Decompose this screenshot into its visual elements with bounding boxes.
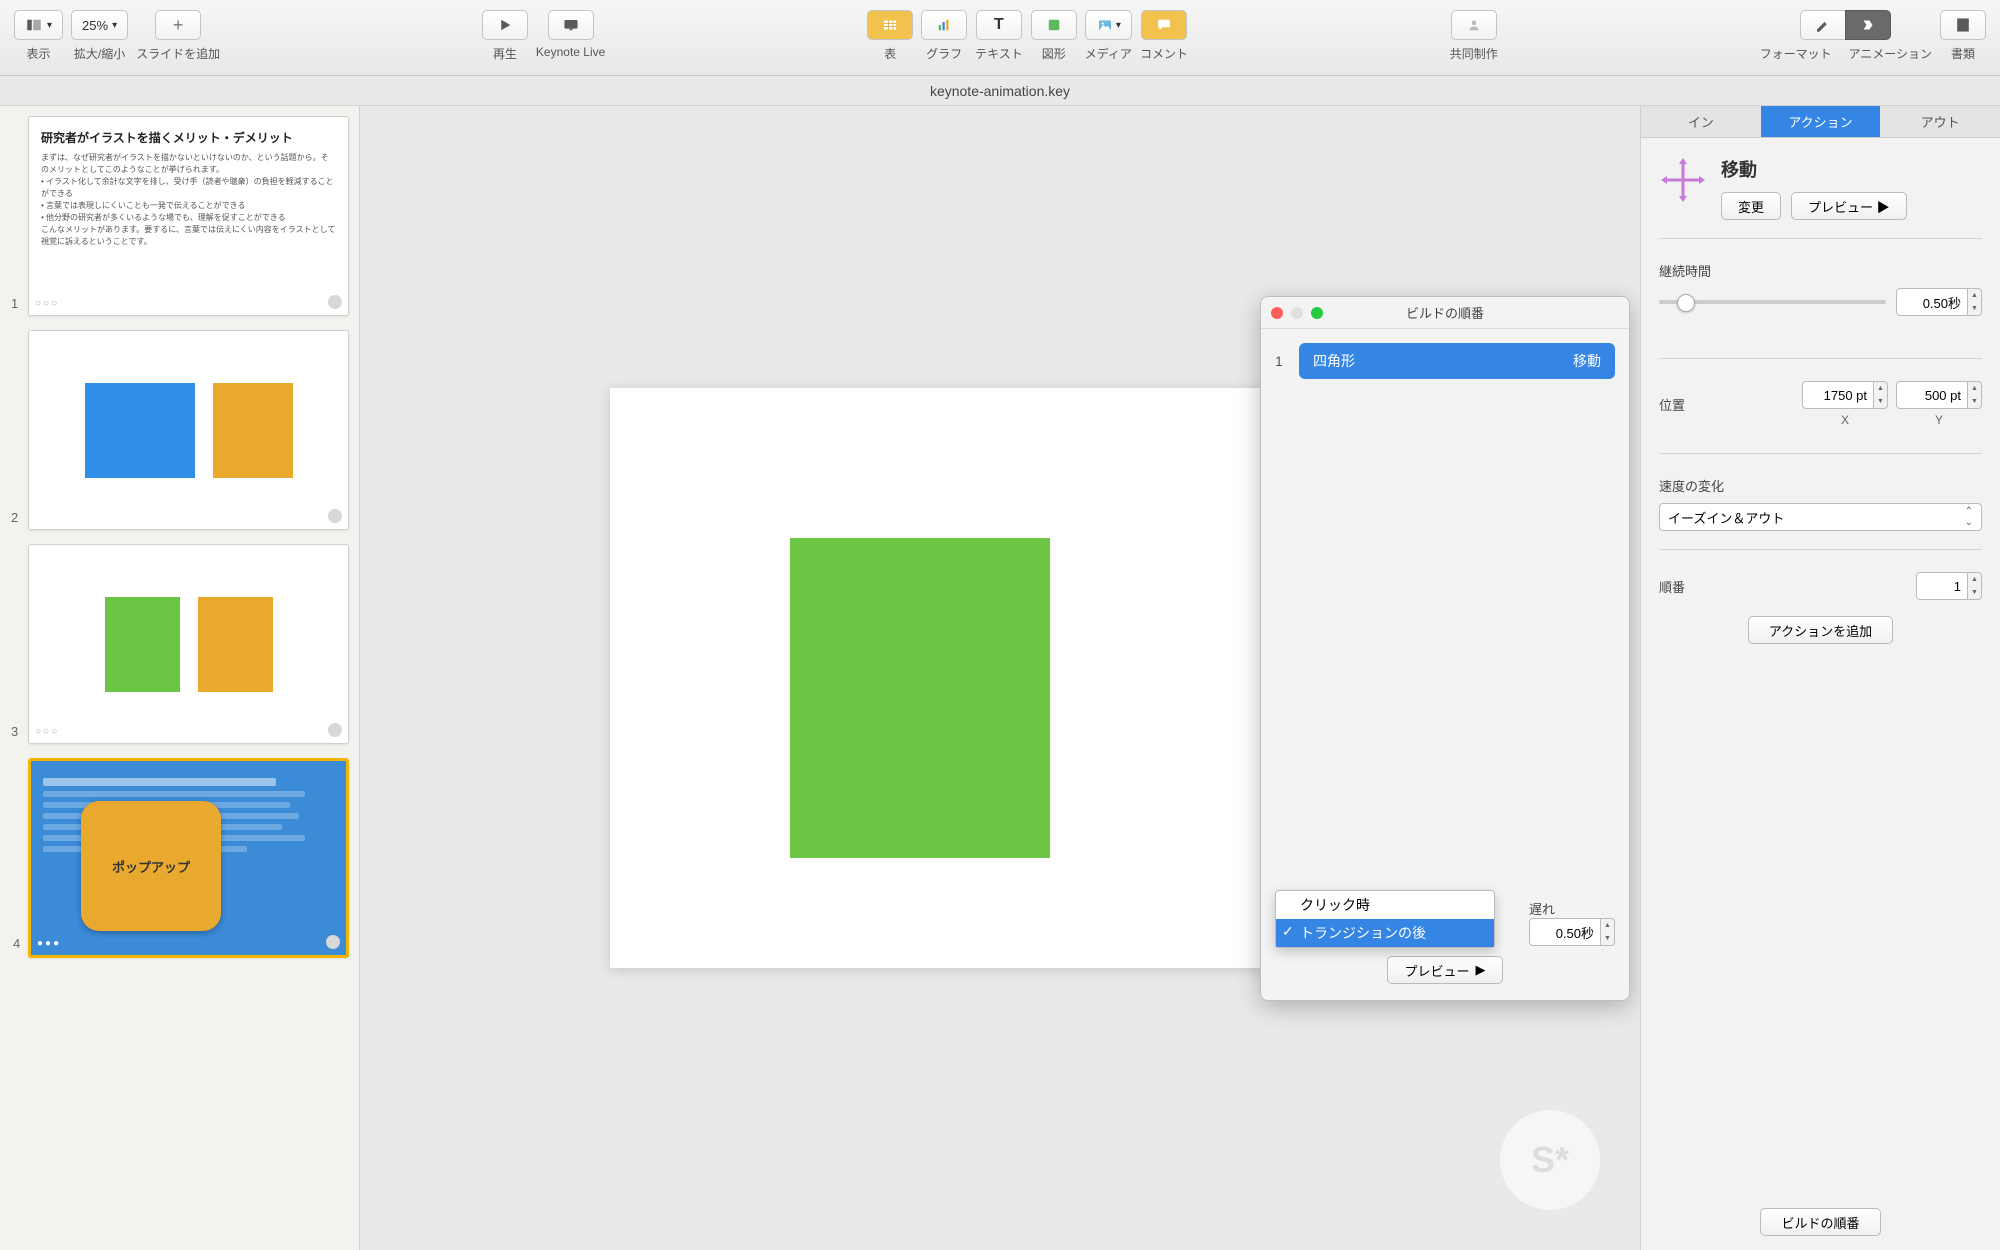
- effect-title: 移動: [1721, 156, 1982, 182]
- duration-label: 継続時間: [1659, 261, 1982, 280]
- comment-button[interactable]: [1141, 10, 1187, 40]
- play-label: 再生: [493, 45, 517, 62]
- format-label: フォーマット: [1760, 45, 1832, 63]
- popover-preview-button[interactable]: プレビュー ▶: [1387, 956, 1502, 984]
- media-label: メディア: [1085, 45, 1132, 62]
- toolbar: ▾ 表示 25%▾ 拡大/縮小 + スライドを追加 再生 Keynote Liv…: [0, 0, 2000, 76]
- thumb4-popup: ポップアップ: [81, 801, 221, 931]
- chart-button[interactable]: [921, 10, 967, 40]
- thumb1-title: 研究者がイラストを描くメリット・デメリット: [41, 129, 336, 146]
- view-label: 表示: [27, 45, 51, 62]
- slide-thumbnail-3[interactable]: 3 ○○○: [28, 544, 349, 744]
- add-slide-label: スライドを追加: [136, 45, 220, 62]
- duration-stepper[interactable]: ▲▼: [1896, 288, 1982, 316]
- format-tab[interactable]: [1800, 10, 1846, 40]
- delay-label: 遅れ: [1529, 899, 1615, 918]
- collaborate-label: 共同制作: [1450, 45, 1498, 62]
- stepper-up[interactable]: ▲: [1601, 919, 1614, 932]
- comment-label: コメント: [1140, 45, 1188, 62]
- view-button[interactable]: ▾: [14, 10, 63, 40]
- order-label: 順番: [1659, 577, 1685, 596]
- play-button[interactable]: [482, 10, 528, 40]
- move-icon: [1659, 156, 1707, 204]
- shape-label: 図形: [1042, 45, 1066, 62]
- tab-in[interactable]: イン: [1641, 106, 1761, 137]
- slide-thumbnail-1[interactable]: 1 研究者がイラストを描くメリット・デメリット まずは、なぜ研究者がイラストを描…: [28, 116, 349, 316]
- collaborate-button[interactable]: [1451, 10, 1497, 40]
- green-rectangle[interactable]: [790, 538, 1050, 858]
- position-y-input[interactable]: [1896, 381, 1968, 409]
- canvas[interactable]: ビルドの順番 1 四角形 移動 開始: [360, 106, 1640, 1250]
- build-number: 1: [1275, 353, 1289, 369]
- table-label: 表: [884, 45, 896, 62]
- add-slide-button[interactable]: +: [155, 10, 201, 40]
- build-item[interactable]: 四角形 移動: [1299, 343, 1615, 379]
- menu-option-after-transition[interactable]: トランジションの後: [1276, 919, 1494, 947]
- add-action-button[interactable]: アクションを追加: [1748, 616, 1893, 644]
- tab-out[interactable]: アウト: [1880, 106, 2000, 137]
- keynote-live-label: Keynote Live: [536, 45, 605, 59]
- inspector-panel: イン アクション アウト 移動 変更 プレビュー ▶ 継続時間: [1640, 106, 2000, 1250]
- filename-bar: keynote-animation.key: [0, 76, 2000, 106]
- delay-input[interactable]: [1529, 918, 1601, 946]
- acceleration-label: 速度の変化: [1659, 476, 1982, 495]
- zoom-button[interactable]: 25%▾: [71, 10, 128, 40]
- change-button[interactable]: 変更: [1721, 192, 1781, 220]
- duration-input[interactable]: [1896, 288, 1968, 316]
- keynote-live-button[interactable]: [548, 10, 594, 40]
- tab-action[interactable]: アクション: [1761, 106, 1881, 137]
- acceleration-select[interactable]: イーズイン＆アウト⌃⌄: [1659, 503, 1982, 531]
- popover-title: ビルドの順番: [1261, 303, 1629, 322]
- document-button[interactable]: [1940, 10, 1986, 40]
- delay-stepper[interactable]: ▲▼: [1529, 918, 1615, 946]
- text-button[interactable]: T: [976, 10, 1022, 40]
- position-label: 位置: [1659, 395, 1685, 414]
- position-x-input[interactable]: [1802, 381, 1874, 409]
- duration-slider[interactable]: [1659, 300, 1886, 304]
- chart-label: グラフ: [926, 45, 962, 62]
- thumb1-text: まずは、なぜ研究者がイラストを描かないといけないのか、という話題から。そのメリッ…: [41, 152, 336, 248]
- build-order-button[interactable]: ビルドの順番: [1760, 1208, 1880, 1236]
- build-order-popover: ビルドの順番 1 四角形 移動 開始: [1260, 296, 1630, 1001]
- menu-option-click[interactable]: クリック時: [1276, 891, 1494, 919]
- shape-button[interactable]: [1031, 10, 1077, 40]
- table-button[interactable]: [867, 10, 913, 40]
- slide-thumbnail-2[interactable]: 2: [28, 330, 349, 530]
- slide-navigator[interactable]: 1 研究者がイラストを描くメリット・デメリット まずは、なぜ研究者がイラストを描…: [0, 106, 360, 1250]
- zoom-label: 拡大/縮小: [74, 45, 125, 62]
- slide-thumbnail-4[interactable]: 4 ポップアップ ●●●: [28, 758, 349, 958]
- order-input[interactable]: [1916, 572, 1968, 600]
- preview-button[interactable]: プレビュー ▶: [1791, 192, 1907, 220]
- animate-label: アニメーション: [1849, 45, 1933, 63]
- watermark: S*: [1500, 1110, 1600, 1210]
- document-label: 書類: [1951, 45, 1975, 62]
- start-dropdown-menu: クリック時 トランジションの後: [1275, 890, 1495, 948]
- text-label: テキスト: [975, 45, 1023, 62]
- media-button[interactable]: ▾: [1085, 10, 1132, 40]
- animate-tab[interactable]: [1845, 10, 1891, 40]
- order-stepper[interactable]: ▲▼: [1916, 572, 1982, 600]
- stepper-down[interactable]: ▼: [1601, 932, 1614, 945]
